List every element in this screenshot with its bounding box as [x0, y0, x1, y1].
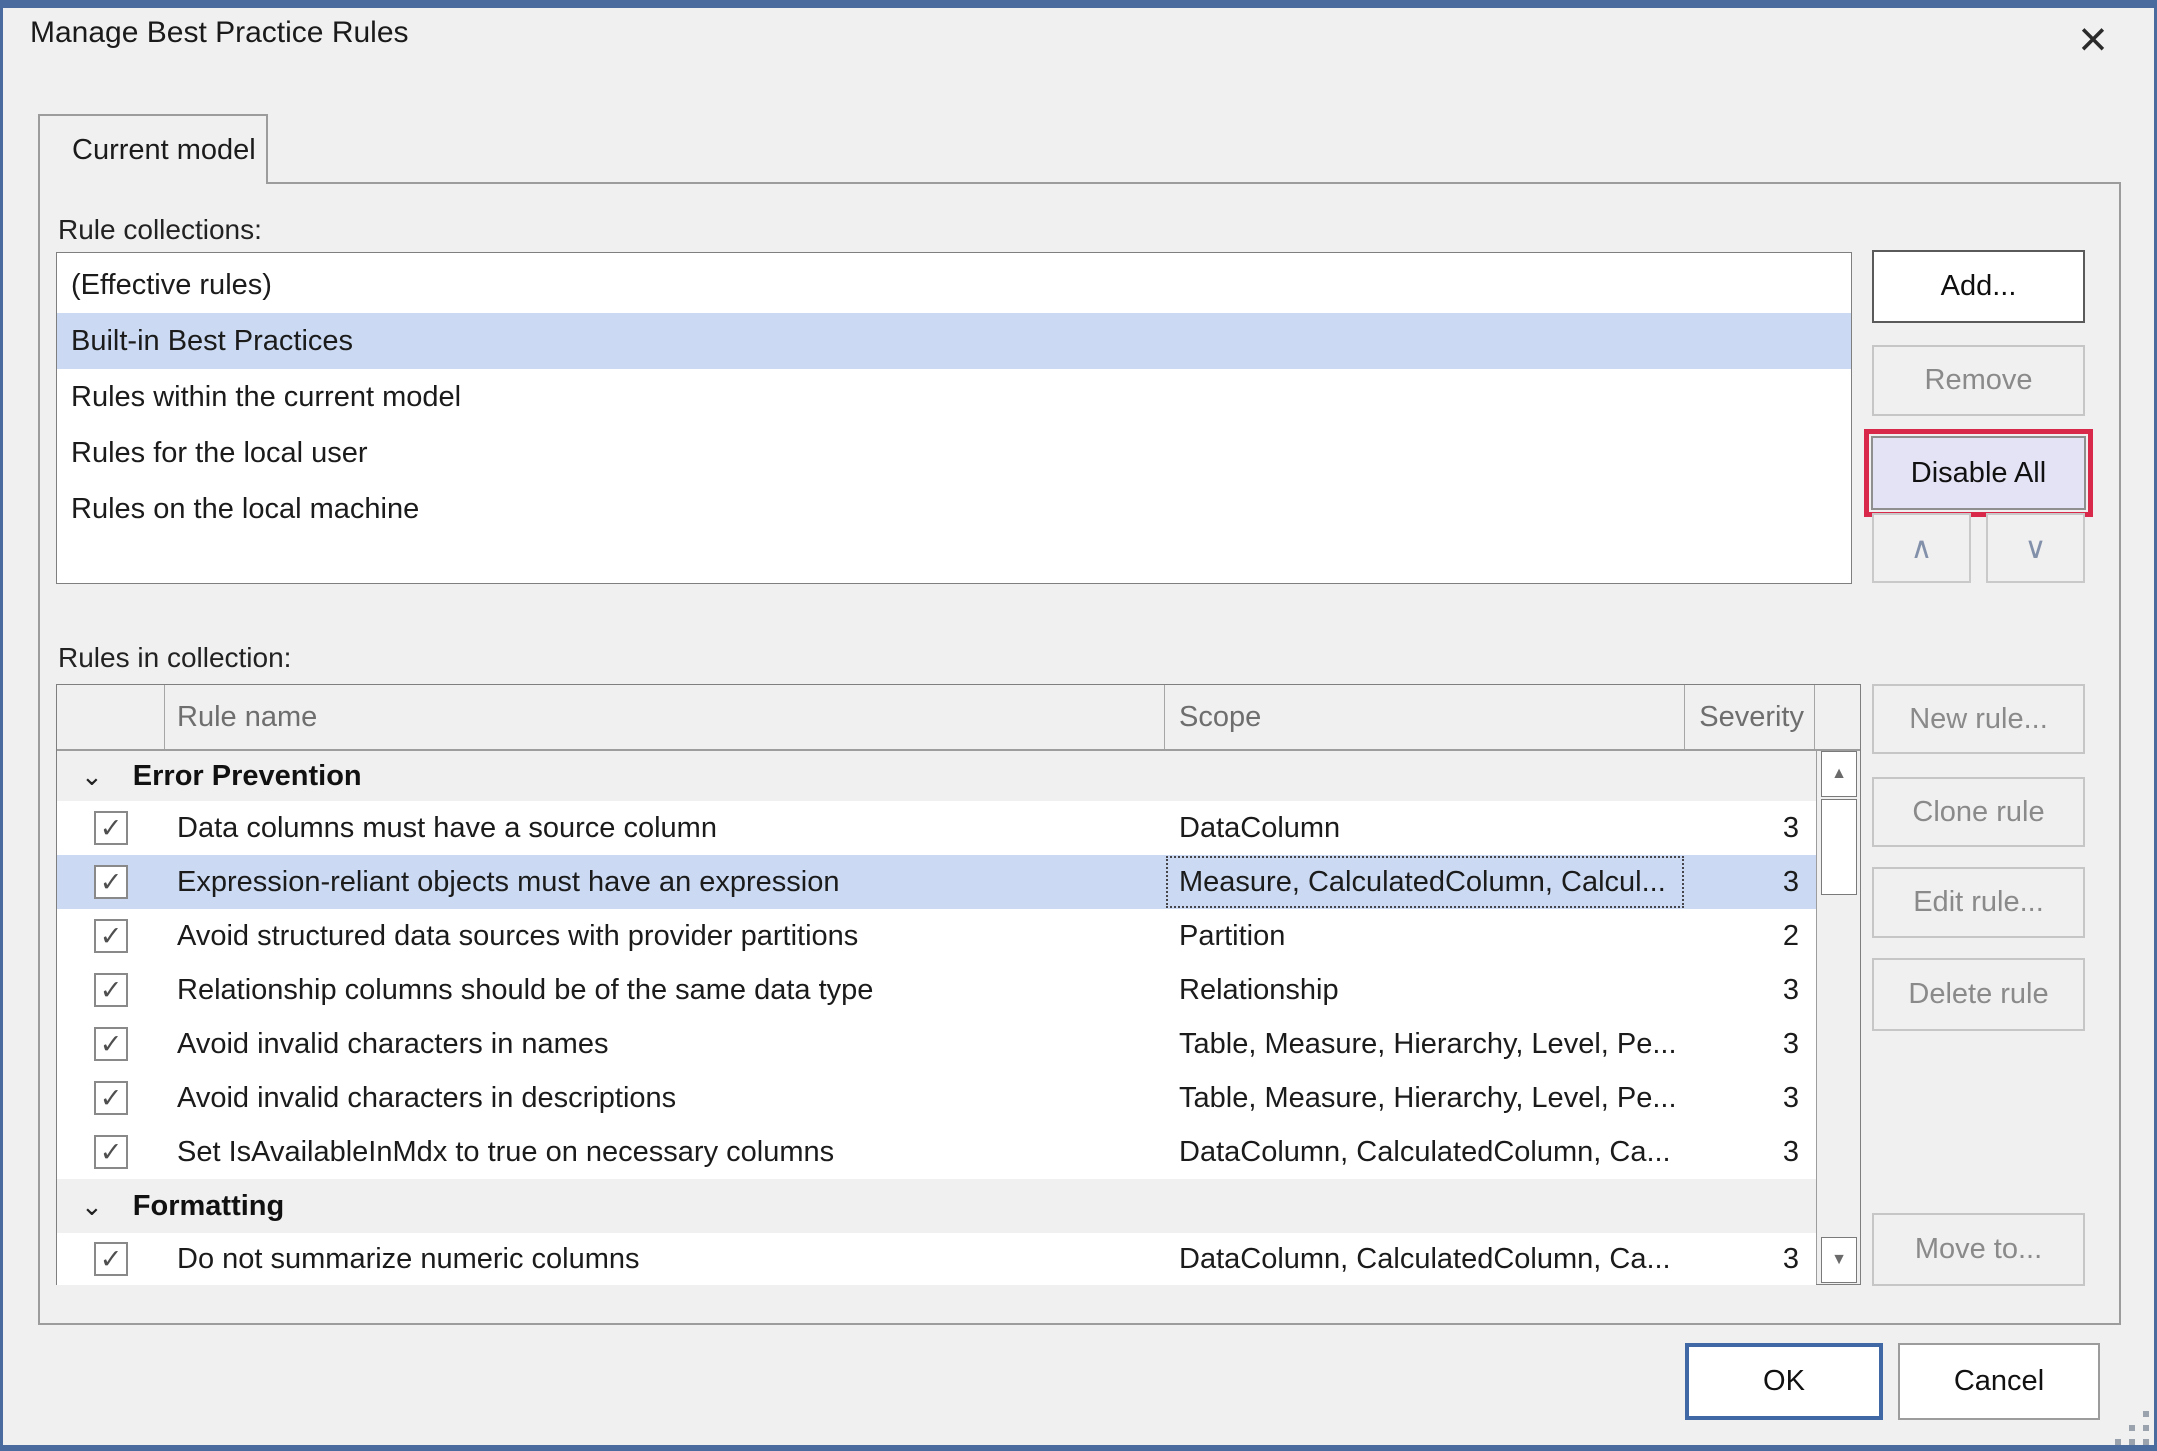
rule-scope: Partition — [1165, 909, 1685, 963]
table-row[interactable]: ✓ Do not summarize numeric columns DataC… — [57, 1233, 1816, 1285]
rule-scope-focused: Measure, CalculatedColumn, Calcul... — [1165, 855, 1685, 909]
new-rule-button[interactable]: New rule... — [1872, 684, 2085, 754]
close-icon: × — [2078, 10, 2107, 68]
check-icon: ✓ — [100, 1085, 123, 1112]
rule-severity: 3 — [1685, 1071, 1815, 1125]
chevron-down-icon: ⌄ — [81, 763, 103, 789]
rule-severity: 2 — [1685, 909, 1815, 963]
list-item-built-in-best-practices[interactable]: Built-in Best Practices — [57, 313, 1851, 369]
rule-scope: DataColumn, CalculatedColumn, Ca... — [1165, 1125, 1685, 1179]
group-header-error-prevention[interactable]: ⌄ Error Prevention — [57, 751, 1816, 801]
delete-rule-button[interactable]: Delete rule — [1872, 958, 2085, 1031]
table-row[interactable]: ✓ Data columns must have a source column… — [57, 801, 1816, 855]
rules-table-body: ⌄ Error Prevention ✓ Data columns must h… — [57, 751, 1816, 1284]
rule-checkbox[interactable]: ✓ — [94, 1081, 128, 1115]
close-button[interactable]: × — [2058, 8, 2128, 70]
check-icon: ✓ — [100, 815, 123, 842]
rule-checkbox[interactable]: ✓ — [94, 1135, 128, 1169]
rule-severity: 3 — [1685, 1125, 1815, 1179]
rule-severity: 3 — [1685, 801, 1815, 855]
check-icon: ✓ — [100, 977, 123, 1004]
rule-name: Set IsAvailableInMdx to true on necessar… — [165, 1125, 1165, 1179]
table-row[interactable]: ✓ Avoid structured data sources with pro… — [57, 909, 1816, 963]
table-row-selected[interactable]: ✓ Expression-reliant objects must have a… — [57, 855, 1816, 909]
rule-name: Do not summarize numeric columns — [165, 1233, 1165, 1285]
check-icon: ✓ — [100, 1246, 123, 1273]
group-name: Formatting — [133, 1190, 284, 1223]
rule-scope: Table, Measure, Hierarchy, Level, Pe... — [1165, 1071, 1685, 1125]
list-item-rules-local-user[interactable]: Rules for the local user — [57, 425, 1851, 481]
scroll-up-button[interactable]: ▲ — [1821, 751, 1857, 797]
move-down-button[interactable]: ∨ — [1986, 513, 2085, 583]
down-caret-icon: ∨ — [2025, 531, 2047, 566]
rule-scope: DataColumn — [1165, 801, 1685, 855]
check-icon: ✓ — [100, 869, 123, 896]
rules-table-header: Rule name Scope Severity — [57, 685, 1860, 751]
scrollbar-thumb[interactable] — [1821, 799, 1857, 895]
check-icon: ✓ — [100, 923, 123, 950]
rules-in-collection-label: Rules in collection: — [58, 642, 291, 674]
rule-severity: 3 — [1685, 1017, 1815, 1071]
rules-table: Rule name Scope Severity ⌄ Error Prevent… — [56, 684, 1861, 1285]
annotation-highlight-box: Disable All — [1864, 429, 2093, 517]
rule-checkbox[interactable]: ✓ — [94, 811, 128, 845]
rule-name: Expression-reliant objects must have an … — [165, 855, 1165, 909]
move-up-button[interactable]: ∧ — [1872, 513, 1971, 583]
rule-checkbox[interactable]: ✓ — [94, 1242, 128, 1276]
tab-current-model[interactable]: Current model — [38, 114, 268, 184]
cancel-button[interactable]: Cancel — [1898, 1343, 2100, 1420]
table-row[interactable]: ✓ Set IsAvailableInMdx to true on necess… — [57, 1125, 1816, 1179]
list-item-rules-current-model[interactable]: Rules within the current model — [57, 369, 1851, 425]
header-checkbox-column — [57, 685, 165, 749]
disable-all-button[interactable]: Disable All — [1871, 436, 2086, 510]
clone-rule-button[interactable]: Clone rule — [1872, 777, 2085, 847]
header-scope[interactable]: Scope — [1165, 685, 1685, 749]
table-scrollbar[interactable]: ▲ ▼ — [1816, 751, 1860, 1284]
ok-button[interactable]: OK — [1685, 1343, 1883, 1420]
group-name: Error Prevention — [133, 760, 362, 793]
dialog-title: Manage Best Practice Rules — [30, 16, 409, 50]
edit-rule-button[interactable]: Edit rule... — [1872, 867, 2085, 938]
rule-severity: 3 — [1685, 855, 1815, 909]
rule-severity: 3 — [1685, 963, 1815, 1017]
rule-severity: 3 — [1685, 1233, 1815, 1285]
rule-checkbox[interactable]: ✓ — [94, 865, 128, 899]
rule-collections-listbox[interactable]: (Effective rules) Built-in Best Practice… — [56, 252, 1852, 584]
header-scrollbar-column — [1815, 685, 1859, 749]
scroll-down-icon: ▼ — [1831, 1251, 1847, 1269]
move-to-button[interactable]: Move to... — [1872, 1213, 2085, 1286]
list-item-rules-local-machine[interactable]: Rules on the local machine — [57, 481, 1851, 537]
rule-checkbox[interactable]: ✓ — [94, 1027, 128, 1061]
add-button[interactable]: Add... — [1872, 250, 2085, 323]
rule-name: Relationship columns should be of the sa… — [165, 963, 1165, 1017]
list-item-effective-rules[interactable]: (Effective rules) — [57, 257, 1851, 313]
rule-collections-label: Rule collections: — [58, 214, 262, 246]
rule-scope: Relationship — [1165, 963, 1685, 1017]
check-icon: ✓ — [100, 1031, 123, 1058]
table-row[interactable]: ✓ Avoid invalid characters in names Tabl… — [57, 1017, 1816, 1071]
resize-grip[interactable] — [2111, 1407, 2149, 1445]
rule-name: Avoid invalid characters in names — [165, 1017, 1165, 1071]
rule-scope: Table, Measure, Hierarchy, Level, Pe... — [1165, 1017, 1685, 1071]
header-severity[interactable]: Severity — [1685, 685, 1815, 749]
table-row[interactable]: ✓ Relationship columns should be of the … — [57, 963, 1816, 1017]
up-caret-icon: ∧ — [1911, 531, 1933, 566]
scroll-up-icon: ▲ — [1831, 765, 1847, 783]
scroll-down-button[interactable]: ▼ — [1821, 1237, 1857, 1283]
rule-scope: DataColumn, CalculatedColumn, Ca... — [1165, 1233, 1685, 1285]
check-icon: ✓ — [100, 1139, 123, 1166]
rule-name: Avoid structured data sources with provi… — [165, 909, 1165, 963]
remove-button[interactable]: Remove — [1872, 345, 2085, 416]
rule-name: Data columns must have a source column — [165, 801, 1165, 855]
tab-label: Current model — [72, 134, 256, 167]
table-row[interactable]: ✓ Avoid invalid characters in descriptio… — [57, 1071, 1816, 1125]
rule-checkbox[interactable]: ✓ — [94, 973, 128, 1007]
manage-best-practice-rules-dialog: Manage Best Practice Rules × Current mod… — [0, 0, 2157, 1451]
rule-checkbox[interactable]: ✓ — [94, 919, 128, 953]
rule-name: Avoid invalid characters in descriptions — [165, 1071, 1165, 1125]
group-header-formatting[interactable]: ⌄ Formatting — [57, 1179, 1816, 1233]
chevron-down-icon: ⌄ — [81, 1193, 103, 1219]
header-rule-name[interactable]: Rule name — [165, 685, 1165, 749]
